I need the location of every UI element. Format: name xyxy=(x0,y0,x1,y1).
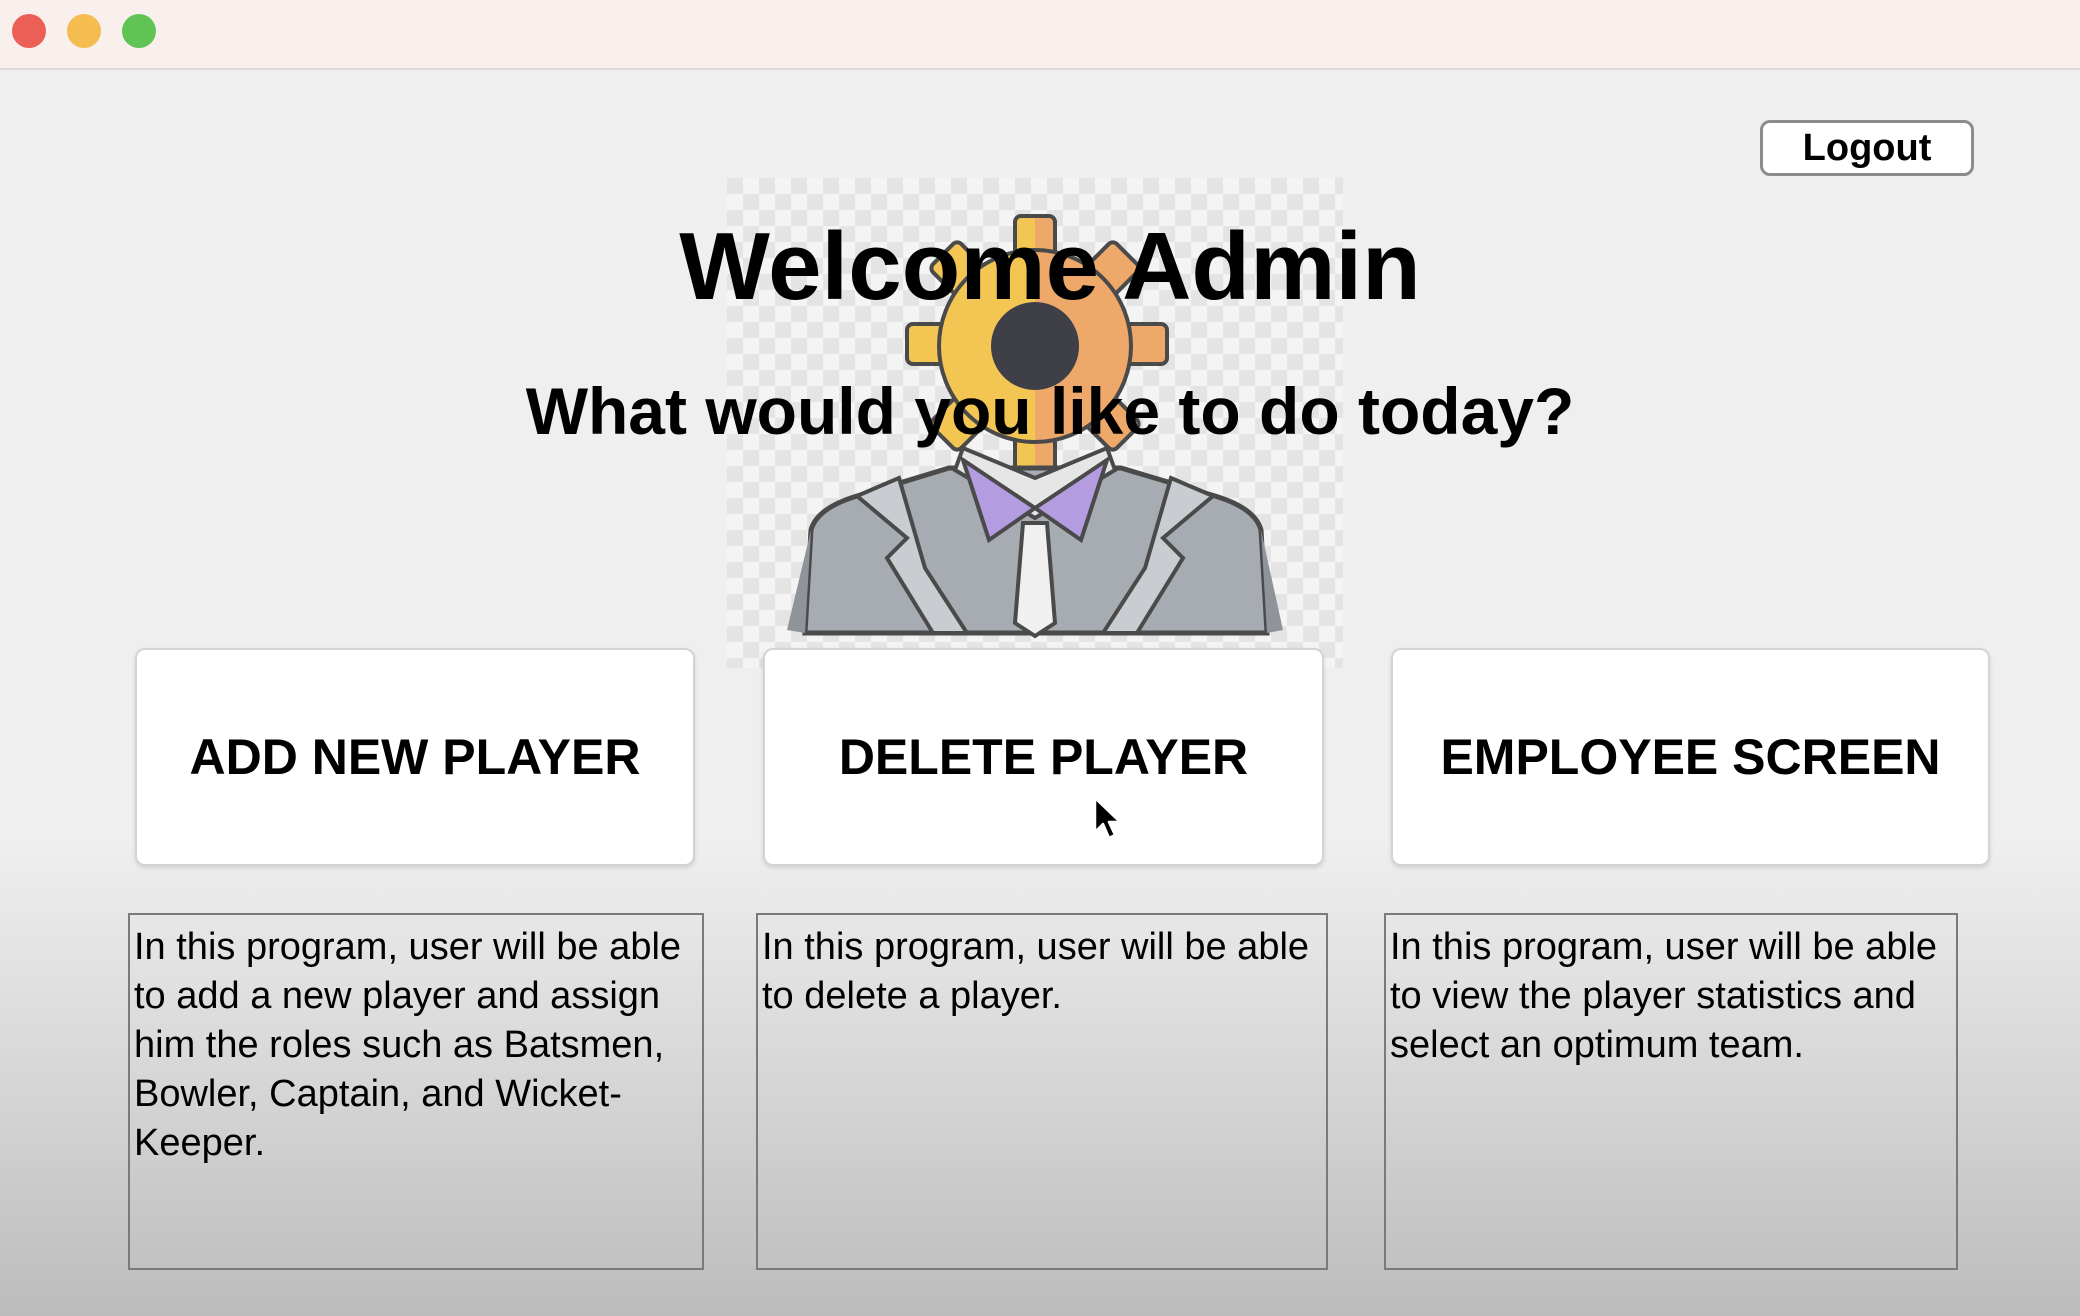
zoom-window-button[interactable] xyxy=(122,14,156,48)
employee-screen-button[interactable]: EMPLOYEE SCREEN xyxy=(1391,648,1990,866)
add-player-description: In this program, user will be able to ad… xyxy=(128,913,704,1270)
minimize-window-button[interactable] xyxy=(67,14,101,48)
delete-player-button[interactable]: DELETE PLAYER xyxy=(763,648,1324,866)
delete-player-description: In this program, user will be able to de… xyxy=(756,913,1328,1270)
question-subtitle: What would you like to do today? xyxy=(525,374,1575,448)
title-bar xyxy=(0,0,2080,70)
mouse-cursor-icon xyxy=(1093,796,1122,840)
app-window: Logout Welcome Admin What would you like… xyxy=(0,0,2080,1316)
logout-button[interactable]: Logout xyxy=(1760,120,1974,176)
close-window-button[interactable] xyxy=(12,14,46,48)
welcome-title: Welcome Admin xyxy=(679,213,1421,320)
employee-screen-description: In this program, user will be able to vi… xyxy=(1384,913,1958,1270)
add-new-player-button[interactable]: ADD NEW PLAYER xyxy=(135,648,695,866)
